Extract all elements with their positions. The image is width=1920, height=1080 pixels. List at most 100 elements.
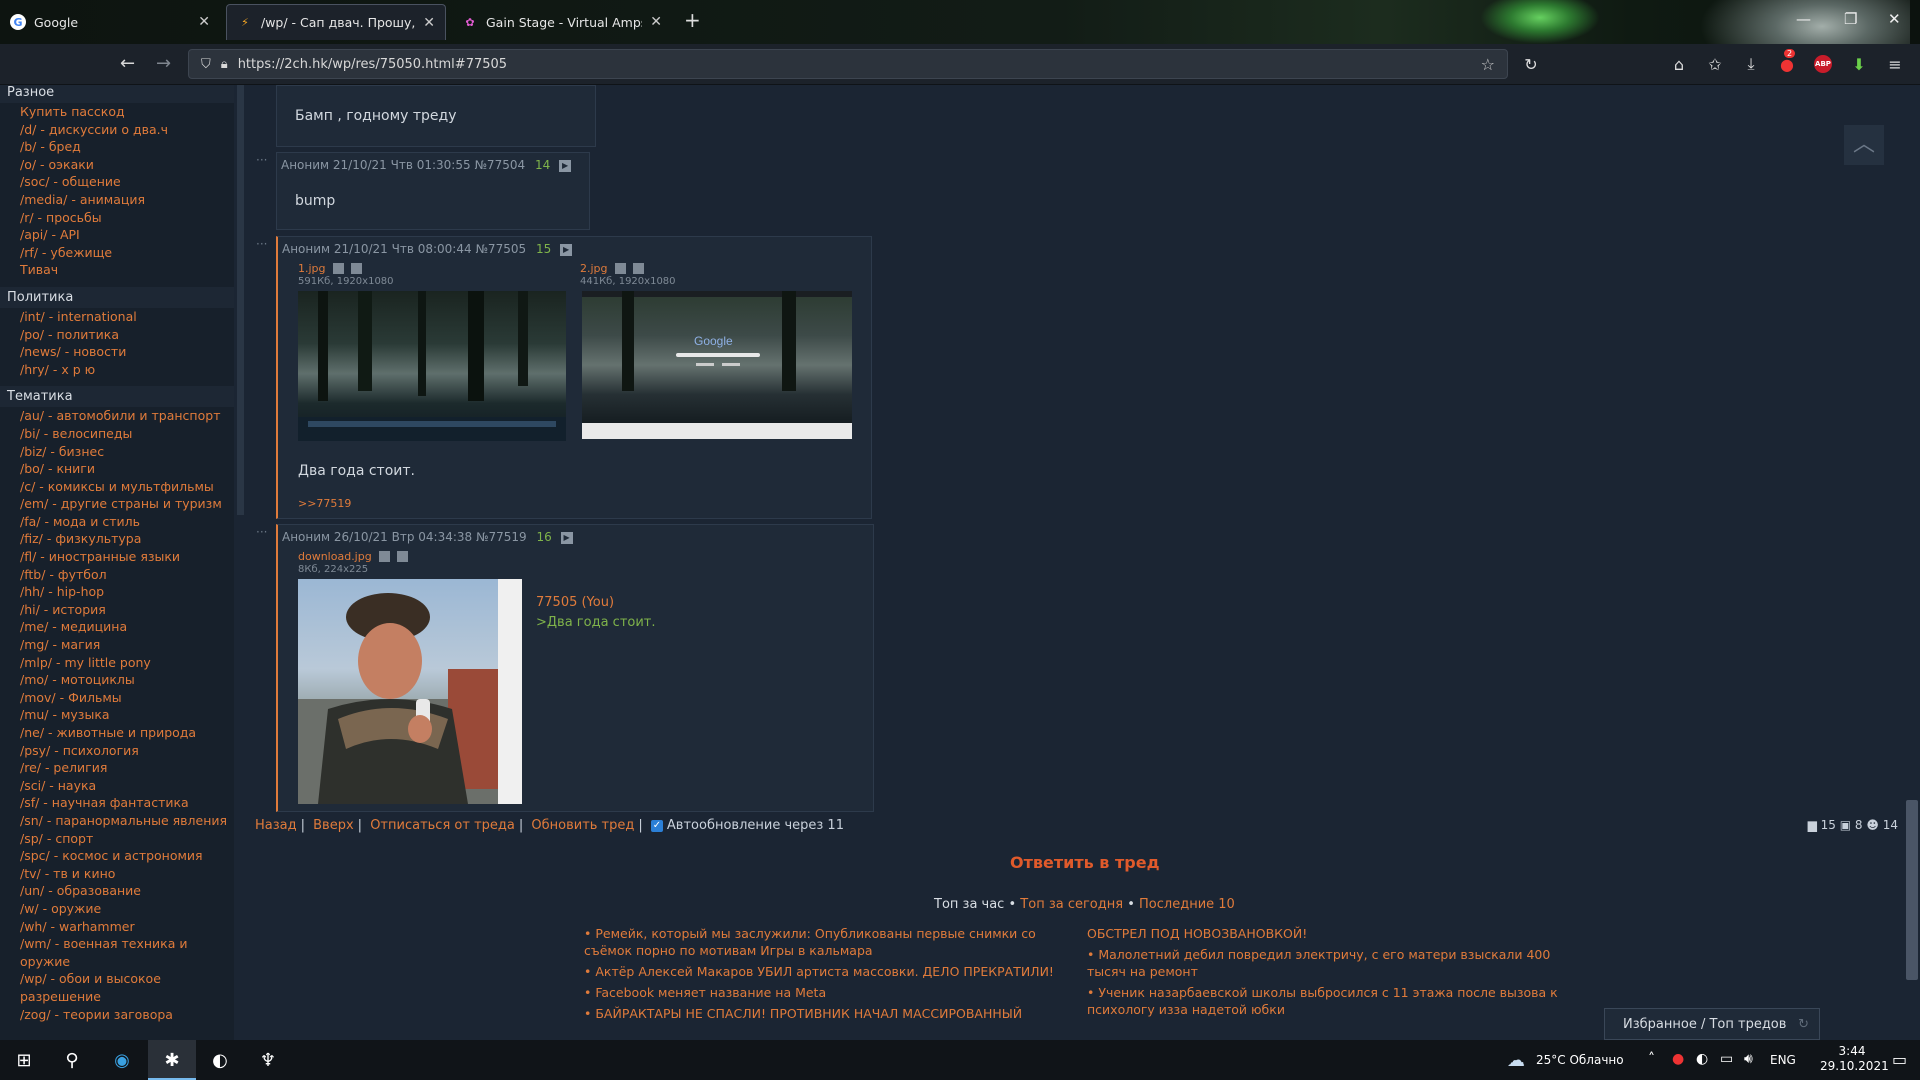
sidebar-link[interactable]: /re/ - религия [0,759,234,777]
file-name-link[interactable]: download.jpg [298,550,372,563]
steam-icon[interactable]: ◐ [208,1048,232,1072]
download-icon[interactable] [350,263,362,274]
clock[interactable]: 3:44 29.10.2021 [1820,1044,1889,1074]
close-icon[interactable]: ✕ [423,15,435,31]
sidebar-link[interactable]: /un/ - образование [0,882,234,900]
sidebar-link[interactable]: /bo/ - книги [0,460,234,478]
window-close-icon[interactable]: ✕ [1888,10,1901,28]
sidebar-link[interactable]: /mov/ - Фильмы [0,689,234,707]
news-item[interactable]: • Facebook меняет название на Meta [584,984,1054,1001]
scrollbar-thumb[interactable] [1906,800,1918,980]
refresh-icon[interactable]: ↻ [1798,1017,1809,1032]
sidebar-scrollbar[interactable] [237,85,244,515]
sidebar-link[interactable]: /zog/ - теории заговора [0,1006,234,1024]
sidebar-link[interactable]: /au/ - автомобили и транспорт [0,407,234,425]
downloads-icon[interactable]: ⤓ [1740,53,1762,75]
news-item[interactable]: • Актёр Алексей Макаров УБИЛ артиста мас… [584,963,1054,980]
volume-icon[interactable]: 🔊︎ [1744,1051,1753,1067]
sidebar-link[interactable]: /sci/ - наука [0,777,234,795]
autoupdate-checkbox[interactable]: ✓ [650,819,663,832]
sidebar-link[interactable]: /fl/ - иностранные языки [0,548,234,566]
edge-icon[interactable]: ◉ [110,1048,134,1072]
sidebar-link[interactable]: /rf/ - убежище [0,244,234,262]
download-helper-icon[interactable]: ⬇ [1848,53,1870,75]
sidebar-link[interactable]: /mlp/ - my little pony [0,654,234,672]
close-icon[interactable]: ✕ [198,14,210,30]
sidebar-link[interactable]: /sf/ - научная фантастика [0,794,234,812]
news-item-cont[interactable]: ОБСТРЕЛ ПОД НОВОЗВАНОВКОЙ! [1087,925,1567,942]
sidebar-link[interactable]: Купить пасскод [0,103,234,121]
bookmark-star-icon[interactable]: ☆ [1481,55,1495,74]
news-item-cont[interactable]: съёмок порно по мотивам Игры в кальмара [584,942,1054,959]
refresh-thread-link[interactable]: Обновить тред [531,818,634,833]
home-icon[interactable]: ⌂ [1668,53,1690,75]
sidebar-link[interactable]: /sn/ - паранормальные явления [0,812,234,830]
sidebar-link[interactable]: /news/ - новости [0,343,234,361]
sidebar-link[interactable]: /tv/ - тв и кино [0,865,234,883]
chevron-up-icon[interactable]: ˄ [1648,1051,1655,1067]
sidebar-link[interactable]: /sp/ - спорт [0,830,234,848]
quote-link[interactable]: 77505 (You) [536,595,614,610]
forward-icon[interactable]: → [156,53,171,74]
notifications-icon[interactable]: ▭ [1892,1050,1907,1069]
reply-backlink[interactable]: >>77519 [298,497,351,510]
news-item[interactable]: • Ремейк, который мы заслужили: Опублико… [584,925,1054,942]
sidebar-link[interactable]: /hi/ - история [0,601,234,619]
search-image-icon[interactable] [332,263,344,274]
sidebar-link[interactable]: /me/ - медицина [0,618,234,636]
sidebar-link[interactable]: /hh/ - hip-hop [0,583,234,601]
sidebar-link[interactable]: /mg/ - магия [0,636,234,654]
image-thumbnail[interactable] [298,579,522,804]
sidebar-link[interactable]: /spc/ - космос и астрономия [0,847,234,865]
page-scrollbar[interactable] [1904,85,1920,1040]
news-item-cont[interactable]: тысяч на ремонт [1087,963,1567,980]
news-item[interactable]: • БАЙРАКТАРЫ НЕ СПАСЛИ! ПРОТИВНИК НАЧАЛ … [584,1005,1054,1022]
play-icon[interactable]: ▶ [560,531,573,544]
sidebar-link[interactable]: /wh/ - warhammer [0,918,234,936]
menu-icon[interactable]: ≡ [1884,53,1906,75]
sidebar-link[interactable]: /c/ - комиксы и мультфильмы [0,478,234,496]
bookmarks-icon[interactable]: ✩ [1704,53,1726,75]
play-icon[interactable]: ▶ [560,243,573,256]
sidebar-link[interactable]: /po/ - политика [0,326,234,344]
url-bar[interactable]: ⛉ 🔒︎ https://2ch.hk/wp/res/75050.html#77… [188,49,1508,79]
image-thumbnail[interactable] [298,291,566,441]
tab-last-10[interactable]: Последние 10 [1139,897,1235,912]
back-link[interactable]: Назад [255,818,297,833]
sidebar-link[interactable]: /mu/ - музыка [0,706,234,724]
file-name-link[interactable]: 2.jpg [580,262,608,275]
reload-icon[interactable]: ↻ [1520,53,1542,75]
play-icon[interactable]: ▶ [559,159,572,172]
tab-gain-stage[interactable]: ✿ Gain Stage - Virtual Amps Bund ✕ [452,4,672,40]
news-item[interactable]: • Ученик назарбаевской школы выбросился … [1087,984,1567,1001]
sidebar-link[interactable]: /fiz/ - физкультура [0,530,234,548]
search-image-icon[interactable] [378,551,390,562]
file-name-link[interactable]: 1.jpg [298,262,326,275]
sidebar-link[interactable]: Тивач [0,261,234,279]
news-item-cont[interactable]: психологу изза надетой юбки [1087,1001,1567,1018]
new-tab-button[interactable]: + [684,8,701,32]
favorites-panel[interactable]: Избранное / Топ тредов ↻ [1604,1008,1820,1040]
weather-text[interactable]: 25°C Облачно [1536,1053,1624,1067]
sidebar-link[interactable]: /bi/ - велосипеды [0,425,234,443]
tray-app-icon[interactable]: ● [1672,1051,1684,1067]
sidebar-link[interactable]: /media/ - анимация [0,191,234,209]
tab-google[interactable]: G Google ✕ [0,4,220,40]
post-number[interactable]: №77505 [475,242,526,256]
sidebar-link[interactable]: /ftb/ - футбол [0,566,234,584]
post-menu-dots[interactable]: ··· [256,525,267,539]
shield-icon[interactable]: ⛉ [201,57,211,72]
lock-icon[interactable]: 🔒︎ [221,57,228,72]
sidebar-link[interactable]: /fa/ - мода и стиль [0,513,234,531]
search-icon[interactable]: ⚲ [60,1048,84,1072]
sidebar-link[interactable]: /wm/ - военная техника и [0,935,234,953]
app-icon[interactable]: ♆ [256,1048,280,1072]
top-link[interactable]: Вверх [313,818,354,833]
download-icon[interactable] [632,263,644,274]
sidebar-link[interactable]: /api/ - API [0,226,234,244]
sidebar-link[interactable]: оружие [0,953,234,971]
sidebar-link[interactable]: /ne/ - животные и природа [0,724,234,742]
tab-wp-thread[interactable]: ⚡ /wp/ - Сап двач. Прошу, наки ✕ [226,4,446,40]
tab-top-today[interactable]: Топ за сегодня [1020,897,1123,912]
sidebar-link[interactable]: /w/ - оружие [0,900,234,918]
